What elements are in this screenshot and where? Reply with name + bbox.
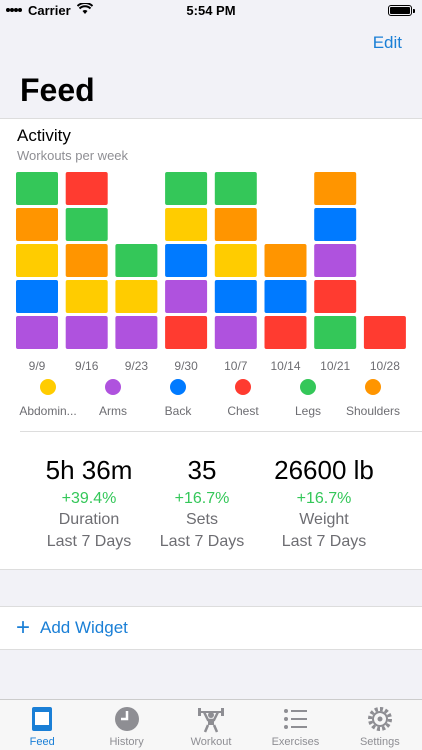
add-widget-label: Add Widget [40, 618, 128, 637]
bar-segment-chest [65, 172, 108, 205]
bar-segment-chest [264, 316, 307, 349]
bar-segment-arms [65, 316, 108, 349]
bar-segment-back [264, 280, 307, 313]
clock-icon [114, 707, 139, 731]
activity-title: Activity [17, 126, 71, 145]
bar-segment-arms [16, 316, 58, 349]
tab-label: Exercises [271, 736, 320, 748]
add-widget-button[interactable]: + Add Widget [0, 606, 422, 650]
tab-label: Workout [190, 736, 232, 748]
legend-swatch [40, 379, 56, 395]
stat-period: Last 7 Days [159, 533, 245, 550]
status-bar: Carrier 5:54 PM [0, 0, 422, 22]
bar-segment-arms [115, 316, 158, 349]
stat-change: +16.7% [296, 490, 352, 507]
bar-segment-shoulders [65, 244, 108, 277]
legend-swatch [365, 379, 381, 395]
legend-label: Arms [99, 404, 127, 418]
bar-segment-shoulders [214, 208, 257, 241]
status-time: 5:54 PM [186, 3, 236, 18]
bar-segment-chest [314, 280, 357, 313]
bar-segment-back [16, 280, 58, 313]
bar-segment-legs [314, 316, 357, 349]
bar-segment-legs [65, 208, 108, 241]
bar-segment-arms [165, 280, 208, 313]
plus-icon: + [16, 614, 31, 641]
bar-segment-legs [16, 172, 58, 205]
stat-value: 35 [187, 455, 217, 485]
tab-label: History [109, 736, 144, 748]
bar-segment-back [314, 208, 357, 241]
x-tick-label: 9/16 [75, 359, 99, 373]
bar-segment-abdominals [165, 208, 208, 241]
legend-label: Abdomin... [19, 404, 76, 418]
divider [20, 431, 422, 432]
tab-exercises[interactable]: Exercises [253, 700, 337, 750]
bar-segment-legs [214, 172, 257, 205]
bar-segment-chest [165, 316, 208, 349]
page-title: Feed [20, 72, 95, 108]
activity-subtitle: Workouts per week [17, 148, 129, 163]
weightlifter-icon [198, 708, 225, 733]
activity-chart: 9/9 9/16 9/23 9/30 10/7 10/14 10/21 10/28 Abdomi… [16, 172, 406, 418]
legend-label: Shoulders [346, 404, 400, 418]
x-tick-label: 9/23 [125, 359, 149, 373]
stat-sets: 35 +16.7% Sets Last 7 Days [132, 455, 272, 552]
battery-icon [388, 5, 415, 16]
stat-value: 26600 lb [274, 455, 374, 485]
legend-label: Back [165, 404, 193, 418]
activity-widget[interactable]: 9/9 9/16 9/23 9/30 10/7 10/14 10/21 10/28 Abdomi… [0, 118, 422, 570]
bar-segment-abdominals [115, 280, 158, 313]
bar-segment-abdominals [16, 244, 58, 277]
legend-swatch [170, 379, 186, 395]
bar-segment-abdominals [65, 280, 108, 313]
bar-segment-shoulders [16, 208, 58, 241]
stat-weight: 26600 lb +16.7% Weight Last 7 Days [254, 455, 394, 552]
bar-segment-back [165, 244, 208, 277]
bar-segment-arms [314, 244, 357, 277]
tab-label: Settings [359, 736, 400, 748]
x-tick-label: 9/9 [29, 359, 46, 373]
x-tick-label: 10/14 [270, 359, 300, 373]
stat-label: Sets [185, 511, 218, 528]
legend-swatch [235, 379, 251, 395]
stat-label: Weight [299, 511, 349, 528]
bar-segment-chest [363, 316, 406, 349]
edit-button[interactable]: Edit [373, 33, 402, 53]
stat-change: +16.7% [174, 490, 230, 507]
x-tick-label: 10/7 [224, 359, 248, 373]
bar-segment-arms [214, 316, 257, 349]
legend-swatch [300, 379, 316, 395]
feed-icon [32, 707, 53, 731]
tab-feed[interactable]: Feed [0, 700, 84, 750]
tab-history[interactable]: History [84, 700, 168, 750]
legend-swatch [105, 379, 121, 395]
x-tick-label: 10/21 [320, 359, 350, 373]
legend-label: Chest [227, 404, 259, 418]
tab-workout[interactable]: Workout [169, 700, 253, 750]
bar-segment-legs [165, 172, 208, 205]
tab-label: Feed [29, 736, 55, 748]
bar-segment-back [214, 280, 257, 313]
bar-segment-legs [115, 244, 158, 277]
bar-segment-shoulders [314, 172, 357, 205]
tab-bar: Feed History Workout Exercises Settings [0, 699, 422, 750]
stat-period: Last 7 Days [281, 533, 367, 550]
gear-icon [367, 707, 392, 731]
x-tick-label: 10/28 [370, 359, 400, 373]
bar-segment-abdominals [214, 244, 257, 277]
x-tick-label: 9/30 [174, 359, 198, 373]
list-icon [284, 709, 308, 729]
bar-segment-shoulders [264, 244, 307, 277]
legend-label: Legs [295, 404, 321, 418]
tab-settings[interactable]: Settings [338, 700, 422, 750]
